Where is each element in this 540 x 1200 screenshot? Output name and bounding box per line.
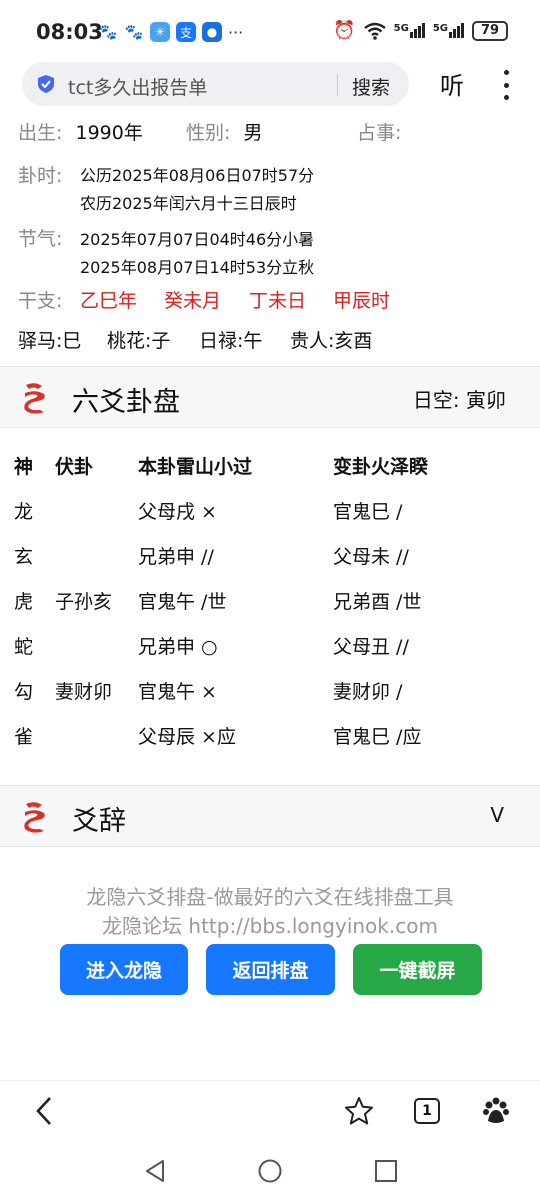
back-arrow-icon[interactable] [32, 1095, 56, 1127]
table-row-god: 雀 [14, 726, 34, 748]
status-bar: 08:03 🐾 🐾 ☀ 支 ● ··· ⏰ 5G 5G 79 [0, 0, 540, 64]
solar-term-2: 2025年08月07日14时53分立秋 [80, 258, 315, 277]
table-row-main: 父母戌 × [138, 501, 217, 523]
search-button[interactable]: 搜索 [352, 73, 390, 100]
col-header-changed: 变卦火泽睽 [333, 456, 429, 478]
table-row-changed: 兄弟酉 /世 [333, 591, 422, 613]
browser-bottom-toolbar: 1 [0, 1080, 540, 1142]
alipay-app-icon: 支 [176, 22, 196, 42]
nav-back-icon[interactable] [143, 1158, 167, 1184]
yaoci-section-title: 爻辞 [72, 806, 126, 837]
wifi-icon [363, 22, 386, 40]
table-row-god: 虎 [14, 591, 34, 613]
screenshot-button[interactable]: 一键截屏 [353, 944, 482, 995]
nav-recents-icon[interactable] [374, 1159, 398, 1183]
table-row-hidden: 子孙亥 [55, 591, 113, 613]
more-menu-icon[interactable] [496, 70, 516, 100]
star-taohua: 桃花:子 [107, 330, 171, 352]
address-divider [337, 74, 338, 96]
star-rilu: 日禄:午 [199, 330, 263, 352]
time-label: 卦时: [18, 165, 63, 187]
table-row-god: 龙 [14, 501, 34, 523]
table-row-main: 官鬼午 /世 [138, 591, 227, 613]
table-row-changed: 官鬼巳 / [333, 501, 403, 523]
table-row-god: 勾 [14, 681, 34, 703]
listen-button[interactable]: 听 [440, 66, 464, 101]
enter-longyin-button[interactable]: 进入龙隐 [60, 944, 188, 995]
table-row-main: 父母辰 ×应 [138, 726, 236, 748]
table-row-changed: 父母未 // [333, 546, 409, 568]
ganzhi-month: 癸未月 [164, 290, 222, 312]
birth-row: 出生: 1990年 [18, 122, 143, 144]
battery-icon: 79 [472, 20, 508, 41]
yaoci-section-header[interactable]: 爻辞 V [0, 785, 540, 847]
status-time: 08:03 [36, 20, 103, 44]
status-app-icons: 🐾 🐾 ☀ 支 ● ··· [98, 22, 243, 42]
more-notifications-icon: ··· [228, 22, 244, 42]
star-yima: 驿马:巳 [18, 330, 82, 352]
col-header-hidden: 伏卦 [55, 456, 94, 478]
signal-5g-icon: 5G [433, 23, 464, 38]
col-header-main: 本卦雷山小过 [138, 456, 253, 478]
nav-home-icon[interactable] [257, 1158, 283, 1184]
back-to-chart-button[interactable]: 返回排盘 [206, 944, 335, 995]
tabs-count-icon[interactable]: 1 [414, 1098, 440, 1124]
table-row-changed: 父母丑 // [333, 636, 409, 658]
ganzhi-year: 乙巳年 [80, 290, 138, 312]
ganzhi-label: 干支: [18, 290, 63, 312]
status-indicators: ⏰ 5G 5G 79 [333, 20, 508, 41]
browser-topbar: tct多久出报告单 搜索 听 [0, 56, 540, 114]
footer-forum-link[interactable]: 龙隐论坛 http://bbs.longyinok.com [0, 910, 540, 939]
table-row-main: 官鬼午 × [138, 681, 217, 703]
system-nav-bar [0, 1142, 540, 1200]
table-row-hidden: 妻财卯 [55, 681, 113, 703]
expand-toggle[interactable]: V [490, 803, 504, 827]
address-bar[interactable]: tct多久出报告单 搜索 [22, 62, 409, 106]
table-row-changed: 妻财卯 / [333, 681, 403, 703]
col-header-god: 神 [14, 456, 34, 478]
time-solar: 公历2025年08月06日07时57分 [80, 166, 315, 185]
address-bar-text: tct多久出报告单 [68, 77, 208, 99]
shield-icon [38, 75, 54, 93]
dragon-logo-icon [24, 383, 45, 414]
table-row-main: 兄弟申 // [138, 546, 214, 568]
void-days: 日空: 寅卯 [412, 388, 506, 412]
matter-row: 占事: [357, 122, 402, 144]
time-lunar: 农历2025年闰六月十三日辰时 [80, 194, 297, 213]
table-row-god: 蛇 [14, 636, 34, 658]
footer-slogan: 龙隐六爻排盘-做最好的六爻在线排盘工具 [86, 885, 454, 909]
solar-term-1: 2025年07月07日04时46分小暑 [80, 230, 315, 249]
ganzhi-day: 丁未日 [249, 290, 307, 312]
ganzhi-hour: 甲辰时 [333, 290, 391, 312]
table-row-god: 玄 [14, 546, 34, 568]
messenger-app-icon: ● [202, 22, 222, 42]
paw-icon: 🐾 [124, 23, 144, 41]
paw-icon: 🐾 [98, 23, 118, 41]
alarm-icon: ⏰ [333, 20, 356, 41]
table-row-main: 兄弟申 ○ [138, 636, 218, 658]
dragon-logo-icon [24, 802, 45, 833]
baidu-paw-icon[interactable] [481, 1096, 511, 1126]
hexagram-section-header: 六爻卦盘 日空: 寅卯 [0, 366, 540, 428]
signal-5g-icon: 5G [394, 23, 425, 38]
table-row-changed: 官鬼巳 /应 [333, 726, 422, 748]
gender-row: 性别: 男 [186, 122, 263, 144]
star-icon[interactable] [344, 1096, 374, 1126]
solar-term-label: 节气: [18, 228, 63, 250]
hexagram-section-title: 六爻卦盘 [72, 387, 180, 418]
star-guiren: 贵人:亥酉 [290, 330, 373, 352]
weather-app-icon: ☀ [150, 22, 170, 42]
